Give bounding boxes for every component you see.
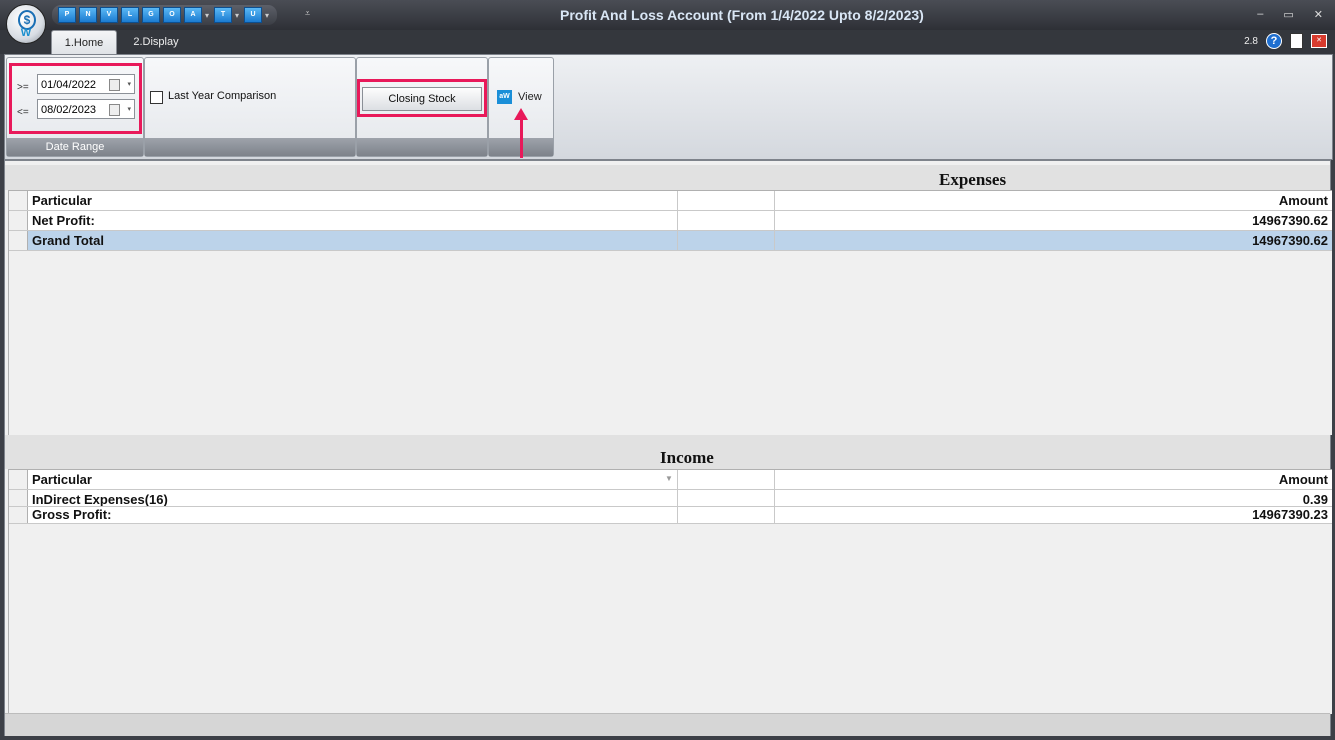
window-title: Profit And Loss Account (From 1/4/2022 U… xyxy=(560,7,924,23)
qat-button-t[interactable]: T xyxy=(214,7,233,23)
amount-cell: 0.39 xyxy=(1302,492,1328,507)
row-header xyxy=(9,211,28,230)
comparison-group-footer xyxy=(145,138,355,156)
expenses-grid: Particular Amount Net Profit: 14967390.6… xyxy=(8,190,1332,435)
closing-stock-group-footer xyxy=(357,138,487,156)
chevron-down-icon[interactable]: ▾ xyxy=(235,11,239,20)
particular-cell: Gross Profit: xyxy=(32,507,112,522)
logo-mark-icon: W xyxy=(20,27,32,39)
amount-cell: 14967390.62 xyxy=(1252,213,1328,228)
date-range-label: Date Range xyxy=(7,138,143,156)
expenses-header xyxy=(5,165,1330,190)
particular-column-header[interactable]: Particular xyxy=(32,472,92,487)
particular-cell: Grand Total xyxy=(32,233,104,248)
row-header xyxy=(9,191,28,210)
table-row[interactable]: Grand Total 14967390.62 xyxy=(9,231,1332,251)
qat-button-a[interactable]: A xyxy=(184,7,202,23)
closing-stock-highlight xyxy=(357,79,487,117)
qat-button-p[interactable]: P xyxy=(58,7,76,23)
maximize-icon[interactable]: ▭ xyxy=(1283,8,1293,21)
particular-column-header[interactable]: Particular xyxy=(32,193,92,208)
exit-icon[interactable]: ✕ xyxy=(1311,34,1327,48)
row-header xyxy=(9,507,28,523)
tab-home[interactable]: 1.Home xyxy=(51,30,117,55)
income-title: Income xyxy=(660,448,714,467)
date-range-highlight xyxy=(9,63,142,134)
qat-button-n[interactable]: N xyxy=(79,7,97,23)
qat-button-v[interactable]: V xyxy=(100,7,118,23)
last-year-comparison-label: Last Year Comparison xyxy=(168,90,277,102)
qat-button-o[interactable]: O xyxy=(163,7,181,23)
qat-button-l[interactable]: L xyxy=(121,7,139,23)
table-row[interactable]: Net Profit: 14967390.62 xyxy=(9,211,1332,231)
expenses-column-header: Particular Amount xyxy=(9,191,1332,211)
close-icon[interactable]: ✕ xyxy=(1314,8,1323,21)
comparison-group xyxy=(144,57,356,157)
particular-cell: InDirect Expenses(16) xyxy=(32,492,168,507)
app-logo-button[interactable]: $ W xyxy=(6,4,46,44)
window-controls: – ▭ ✕ xyxy=(1257,8,1323,21)
chevron-down-icon[interactable]: ▾ xyxy=(265,11,269,20)
table-row[interactable]: InDirect Expenses(16) 0.39 xyxy=(9,490,1332,507)
status-bar xyxy=(5,713,1330,736)
last-year-comparison-checkbox[interactable] xyxy=(150,91,163,104)
amount-column-header[interactable]: Amount xyxy=(1279,193,1328,208)
row-header xyxy=(9,231,28,250)
view-icon[interactable]: aW xyxy=(497,90,512,104)
income-grid: Particular ▼ Amount InDirect Expenses(16… xyxy=(8,469,1332,714)
expenses-title: Expenses xyxy=(939,170,1007,189)
arrow-shaft xyxy=(520,118,523,158)
version-label: 2.8 xyxy=(1244,35,1258,47)
tab-bar xyxy=(0,30,1335,54)
help-icon[interactable]: ? xyxy=(1266,33,1282,49)
view-button[interactable]: View xyxy=(518,91,542,103)
row-header xyxy=(9,490,28,506)
qat-button-g[interactable]: G xyxy=(142,7,160,23)
sort-arrow-icon[interactable]: ▼ xyxy=(665,474,673,483)
income-column-header: Particular ▼ Amount xyxy=(9,470,1332,490)
amount-column-header[interactable]: Amount xyxy=(1279,472,1328,487)
tab-display[interactable]: 2.Display xyxy=(124,30,188,54)
qat-button-u[interactable]: U xyxy=(244,7,263,23)
table-row[interactable]: Gross Profit: 14967390.23 xyxy=(9,507,1332,524)
minimize-icon[interactable]: – xyxy=(1257,8,1263,21)
header-right-info: 2.8 ? ✕ xyxy=(1244,33,1327,49)
amount-cell: 14967390.23 xyxy=(1252,507,1328,522)
row-header xyxy=(9,470,28,489)
chevron-down-icon[interactable]: ▾ xyxy=(205,11,209,20)
customize-toolbar-icon[interactable]: ⩡ xyxy=(305,8,310,19)
particular-cell: Net Profit: xyxy=(32,213,95,228)
quick-access-toolbar: P N V L G O A ▾ T ▾ U ▾ xyxy=(52,5,278,25)
amount-cell: 14967390.62 xyxy=(1252,233,1328,248)
document-icon[interactable] xyxy=(1290,33,1303,49)
